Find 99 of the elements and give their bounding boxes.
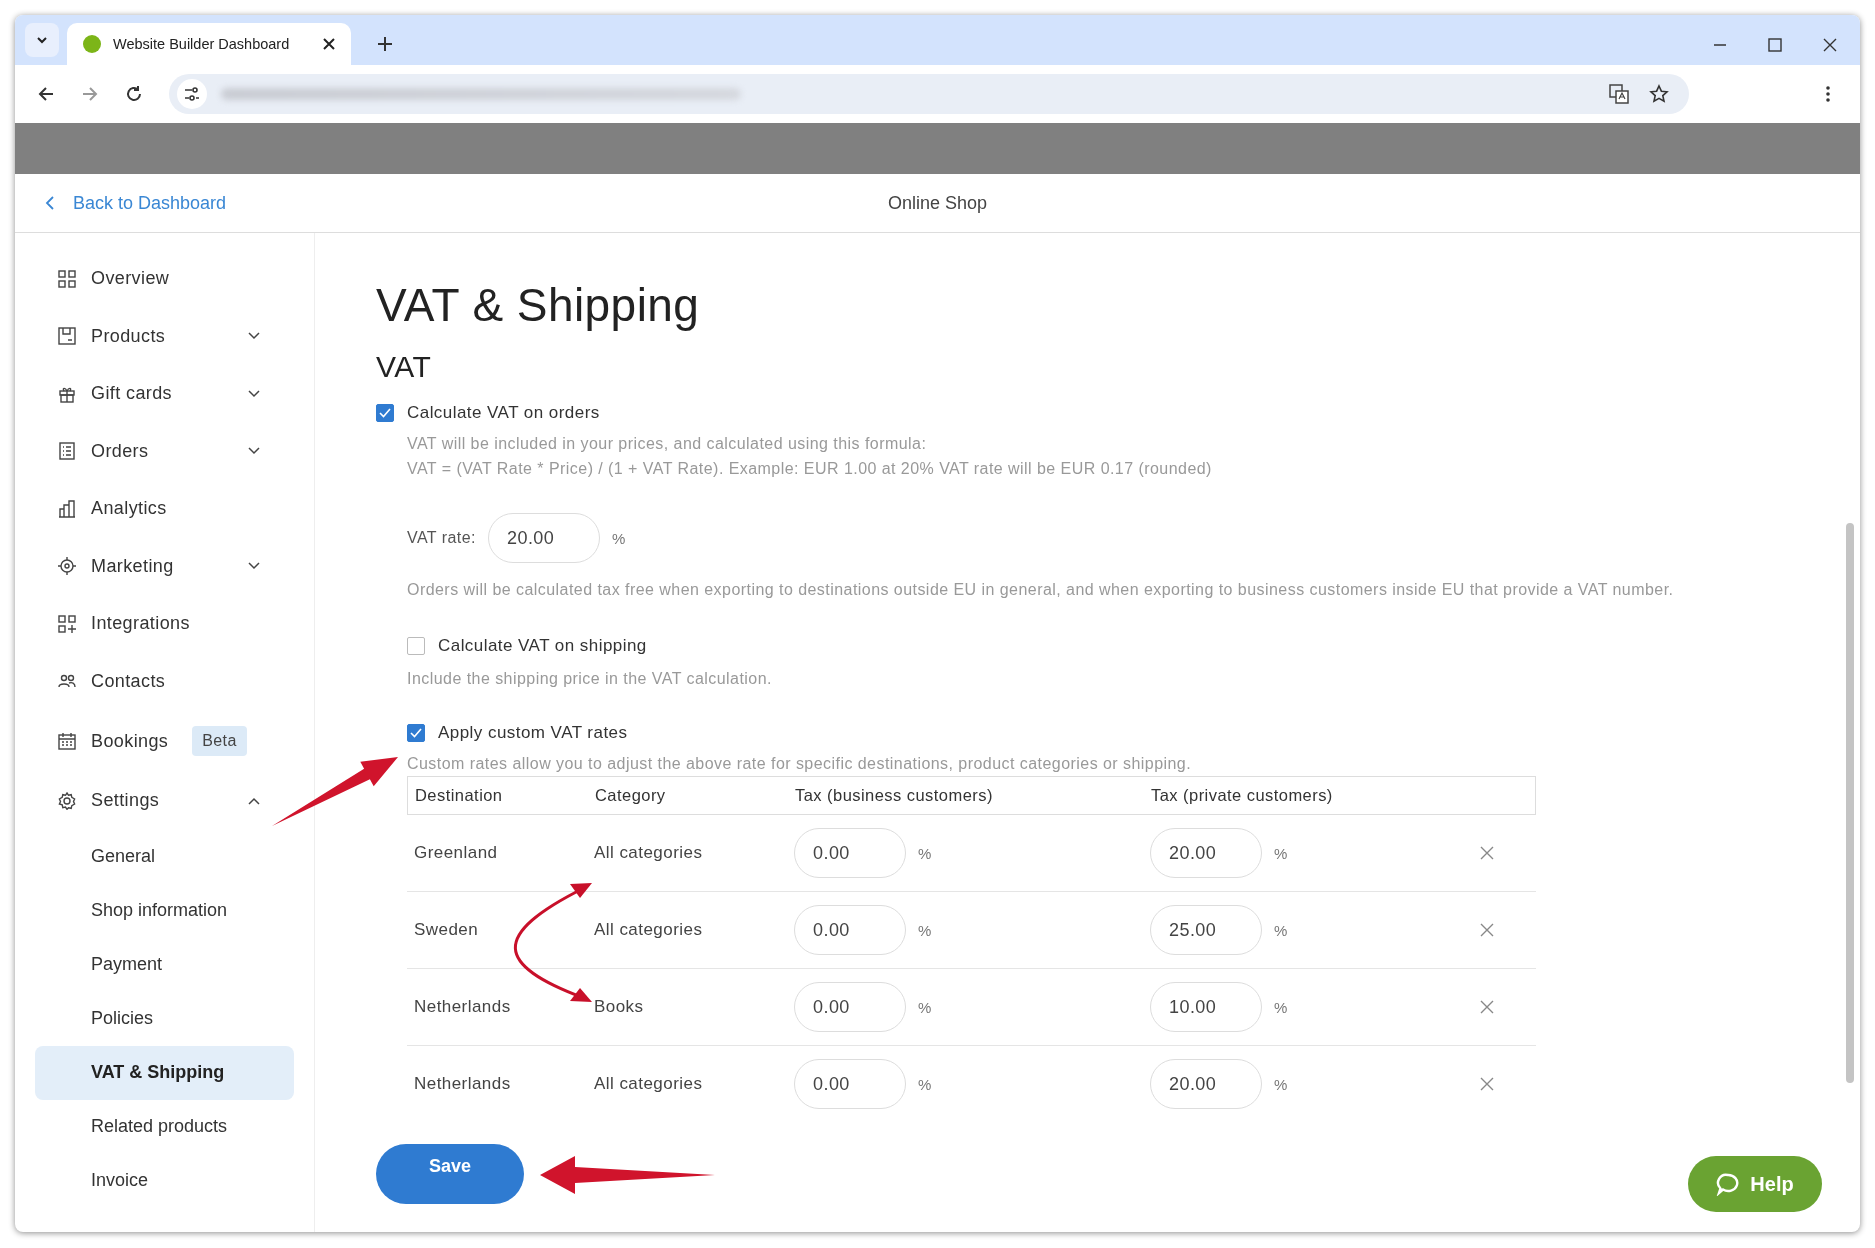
help-text: VAT = (VAT Rate * Price) / (1 + VAT Rate). Example: EUR 1.00 at 20% VAT rate will be EUR 0.17 (rounded) — [407, 459, 1213, 479]
table-cell-text: Netherlands — [413, 1074, 512, 1094]
save-button[interactable]: Save — [376, 1144, 524, 1204]
chevron-down-icon — [248, 447, 260, 456]
beta-badge: Beta — [192, 726, 247, 756]
table-cell-text: All categories — [594, 1074, 704, 1094]
help-text: Include the shipping price in the VAT calculation. — [407, 669, 773, 689]
help-text: Orders will be calculated tax free when exporting to destinations outside EU in general, and when exporting to business customers inside EU that provide a VAT number. — [407, 580, 1675, 600]
tax-field[interactable]: 0.00 — [794, 905, 906, 955]
chevron-down-icon — [248, 389, 260, 398]
remove-icon[interactable] — [1480, 846, 1494, 860]
sidebar-subitem[interactable]: General — [35, 829, 294, 884]
sidebar-subitem[interactable]: VAT & Shipping — [35, 1045, 294, 1100]
new-tab-icon[interactable] — [377, 36, 393, 52]
percent-unit: % — [1274, 1075, 1288, 1093]
chevron-down-icon — [248, 562, 260, 571]
tax-field[interactable]: 0.00 — [794, 828, 906, 878]
checkbox-label: Apply custom VAT rates — [438, 723, 628, 743]
percent-unit: % — [611, 529, 626, 547]
checkbox-label: Calculate VAT on orders — [407, 403, 600, 423]
sidebar-icon — [58, 557, 76, 576]
tab-list-button[interactable] — [25, 23, 59, 57]
back-icon[interactable] — [37, 85, 55, 103]
checkbox[interactable] — [407, 637, 425, 655]
favicon-icon — [83, 35, 101, 53]
chat-bubble-icon — [1716, 1172, 1741, 1196]
percent-unit: % — [918, 998, 932, 1016]
sidebar-subitem[interactable]: Payment — [35, 937, 294, 992]
help-text: Custom rates allow you to adjust the above rate for specific destinations, product categories or shipping. — [407, 754, 1193, 774]
percent-unit: % — [918, 844, 932, 862]
column-header: Category — [595, 786, 667, 805]
percent-unit: % — [1274, 921, 1288, 939]
reload-icon[interactable] — [125, 85, 143, 103]
sidebar-icon — [58, 732, 76, 750]
table-cell-text: All categories — [594, 920, 704, 940]
sidebar-icon — [58, 791, 76, 810]
column-header: Destination — [414, 786, 504, 805]
tax-field[interactable]: 0.00 — [794, 982, 906, 1032]
field-label: VAT rate: — [407, 529, 476, 547]
table-cell-text: Sweden — [413, 920, 480, 940]
page-heading: VAT & Shipping — [376, 278, 701, 333]
sidebar-icon — [58, 442, 76, 461]
table-cell-text: All categories — [594, 843, 704, 863]
table-cell-text: Greenland — [413, 843, 499, 863]
sidebar-item[interactable]: Marketing — [35, 537, 280, 595]
chevron-up-icon — [248, 796, 260, 805]
remove-icon[interactable] — [1480, 1077, 1494, 1091]
percent-unit: % — [918, 921, 932, 939]
sidebar-subitem[interactable]: Related products — [35, 1099, 294, 1154]
sidebar-item[interactable]: Analytics — [35, 480, 280, 538]
maximize-icon[interactable] — [1768, 38, 1782, 52]
sidebar-icon — [58, 327, 76, 346]
sidebar-item[interactable]: Settings — [35, 772, 280, 830]
table-cell-text: Netherlands — [413, 997, 512, 1017]
tax-field[interactable]: 20.00 — [1150, 828, 1262, 878]
back-link[interactable]: Back to Dashboard — [45, 192, 227, 214]
checkbox[interactable] — [407, 724, 425, 742]
chevron-down-icon — [248, 332, 260, 341]
menu-icon[interactable] — [1825, 85, 1831, 103]
checkbox-label: Calculate VAT on shipping — [438, 636, 647, 656]
site-settings-icon[interactable] — [177, 79, 207, 109]
remove-icon[interactable] — [1480, 1000, 1494, 1014]
sidebar-item[interactable]: Bookings Beta — [35, 710, 280, 772]
help-text: VAT will be included in your prices, and calculated using this formula: — [407, 434, 928, 454]
column-header: Tax (business customers) — [795, 786, 994, 805]
tax-field[interactable]: 20.00 — [1150, 1059, 1262, 1109]
percent-unit: % — [1274, 998, 1288, 1016]
scrollbar[interactable] — [1846, 523, 1854, 1083]
checkbox[interactable] — [376, 404, 394, 422]
percent-unit: % — [918, 1075, 932, 1093]
star-icon[interactable] — [1649, 84, 1669, 104]
remove-icon[interactable] — [1480, 923, 1494, 937]
sidebar-item[interactable]: Gift cards — [35, 365, 280, 423]
percent-unit: % — [1274, 844, 1288, 862]
forward-icon[interactable] — [81, 85, 99, 103]
page-title: Online Shop — [887, 192, 988, 214]
column-header: Tax (private customers) — [1151, 786, 1334, 805]
tax-field[interactable]: 25.00 — [1150, 905, 1262, 955]
tax-field[interactable]: 0.00 — [794, 1059, 906, 1109]
sidebar-icon — [58, 269, 76, 288]
sidebar-item[interactable]: Orders — [35, 422, 280, 480]
translate-icon[interactable] — [1609, 84, 1629, 104]
browser-tab[interactable]: Website Builder Dashboard — [67, 23, 351, 65]
sidebar-icon — [58, 614, 76, 633]
sidebar-icon — [58, 499, 76, 518]
sidebar-item[interactable]: Integrations — [35, 595, 280, 653]
sidebar-item[interactable]: Overview — [35, 250, 280, 308]
sidebar-subitem[interactable]: Policies — [35, 991, 294, 1046]
sidebar-item[interactable]: Contacts — [35, 652, 280, 710]
tax-field[interactable]: 10.00 — [1150, 982, 1262, 1032]
chevron-left-icon — [45, 195, 55, 211]
sidebar-subitem[interactable]: Invoice — [35, 1153, 294, 1208]
section-heading: VAT — [376, 349, 433, 385]
close-icon[interactable] — [1823, 38, 1837, 52]
sidebar-item[interactable]: Products — [35, 307, 280, 365]
table-cell-text: Books — [594, 997, 645, 1017]
close-icon[interactable] — [323, 38, 335, 50]
sidebar-subitem[interactable]: Shop information — [35, 883, 294, 938]
tab-title: Website Builder Dashboard — [113, 36, 291, 52]
